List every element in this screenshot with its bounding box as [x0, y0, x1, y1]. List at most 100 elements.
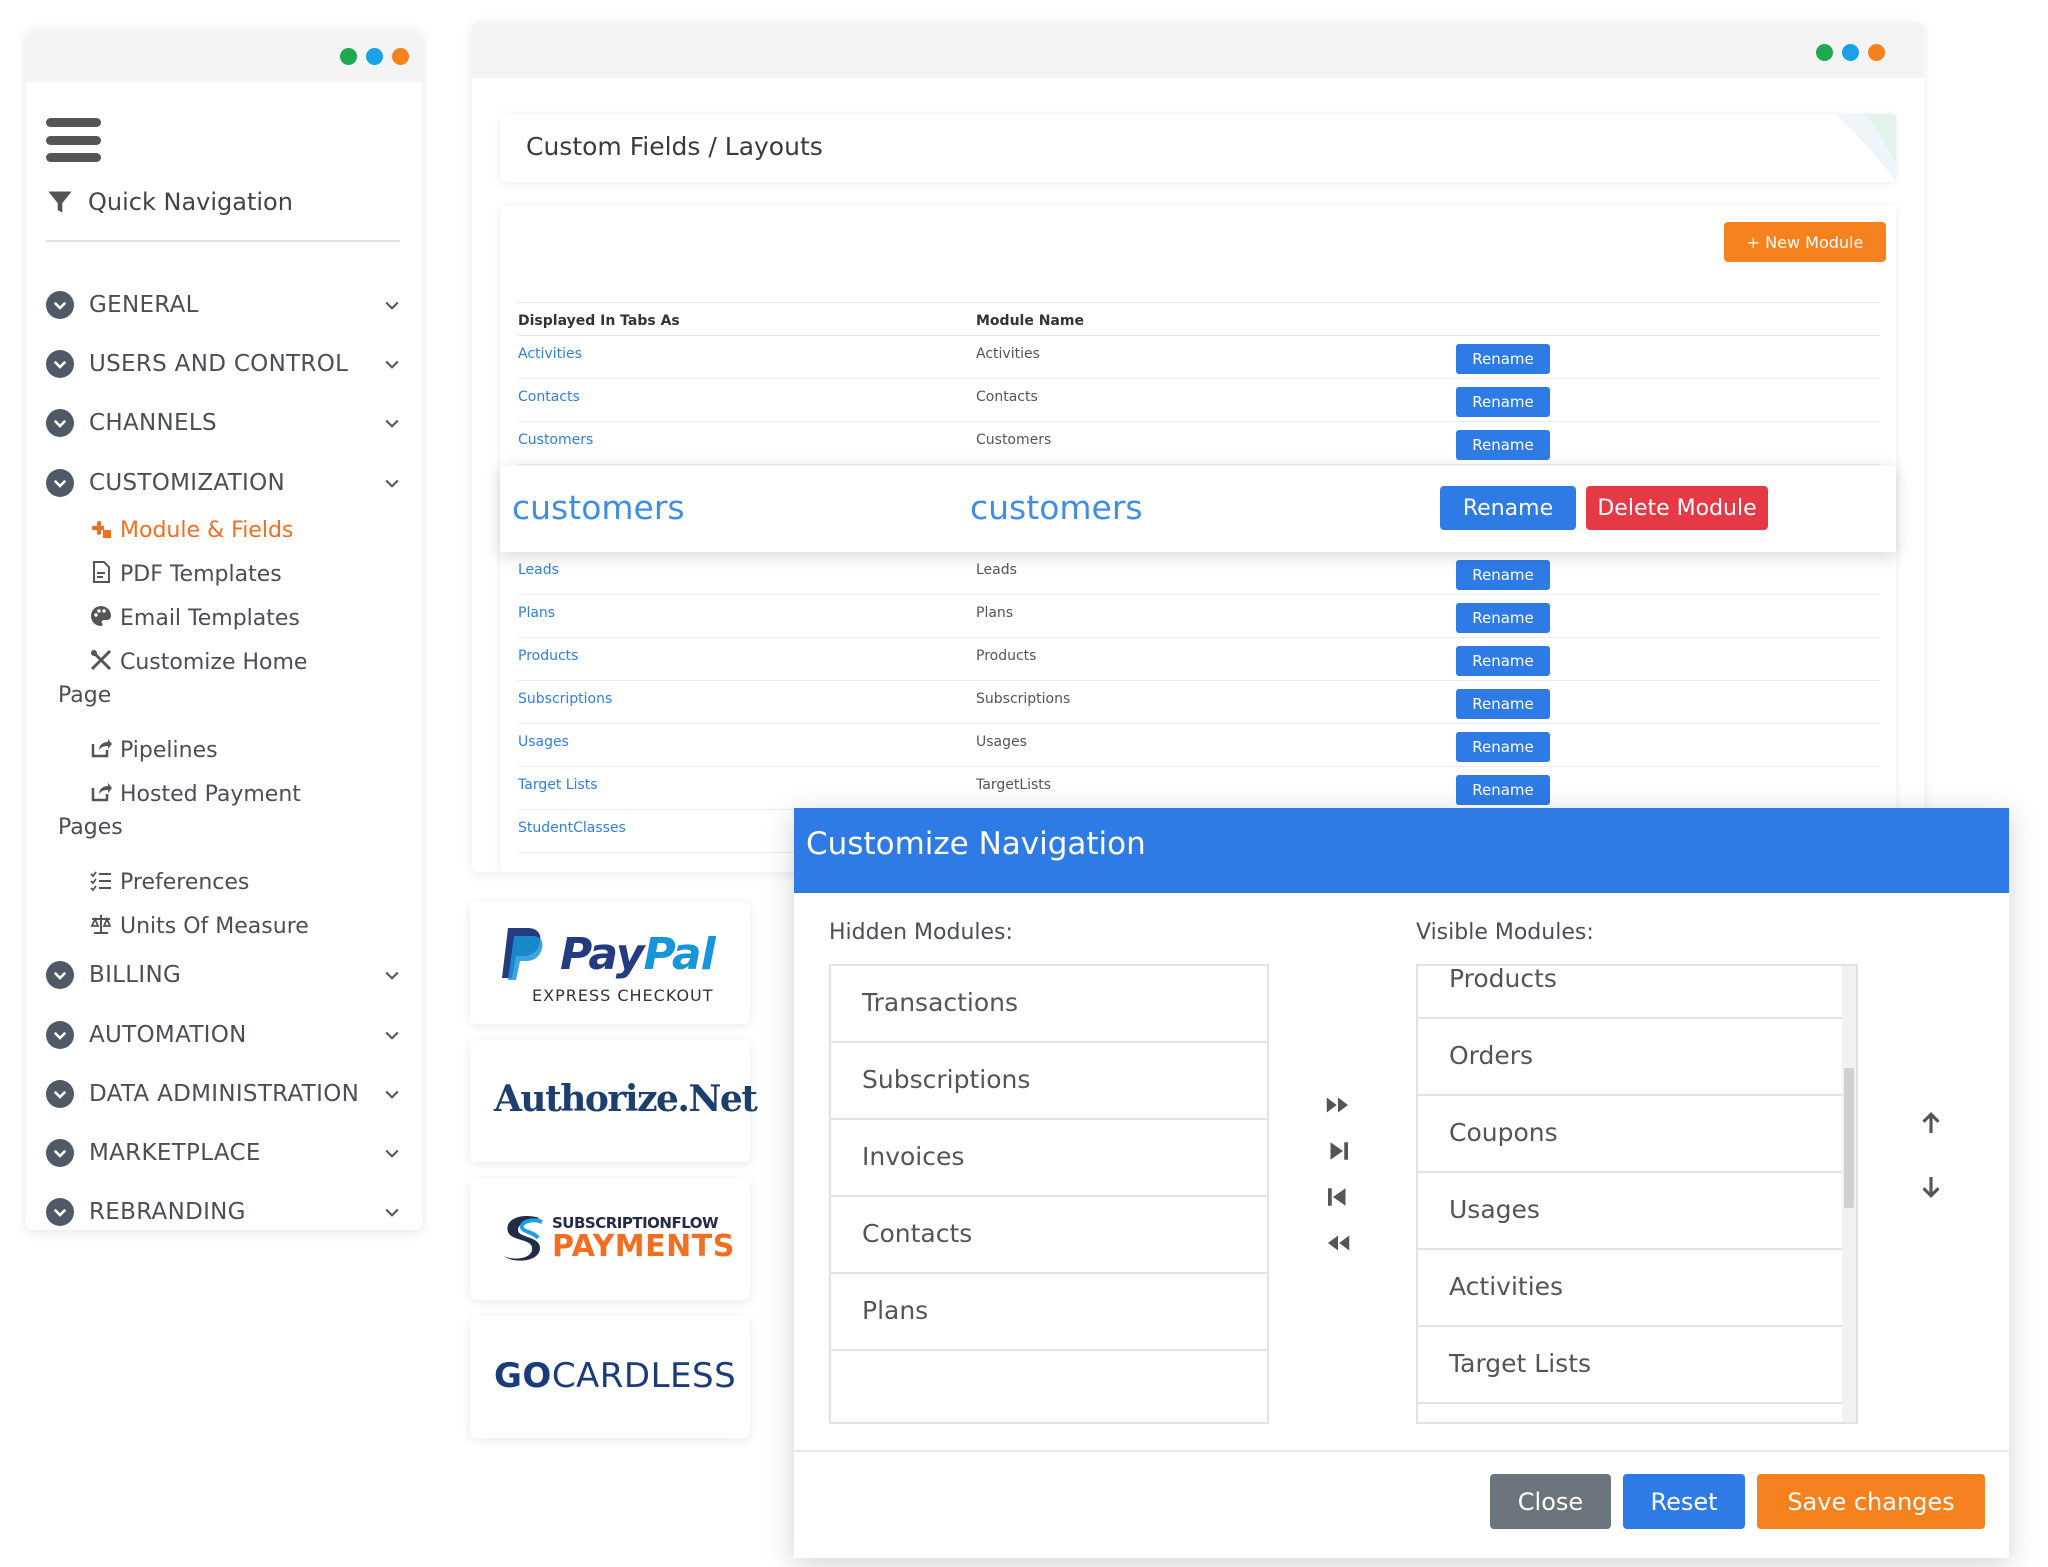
move-down-button[interactable]: [1916, 1172, 1946, 1202]
displayed-link[interactable]: Plans: [518, 605, 555, 621]
rename-button[interactable]: Rename: [1456, 560, 1550, 590]
list-item[interactable]: Transactions: [831, 966, 1267, 1043]
check-circle-icon: [46, 409, 74, 437]
sidebar-section-channels[interactable]: CHANNELS: [46, 403, 402, 443]
sidebar-section-automation[interactable]: AUTOMATION: [46, 1015, 402, 1055]
subscriptionflow-payments-logo-card: SUBSCRIPTIONFLOW PAYMENTS: [470, 1178, 750, 1300]
visible-modules-list[interactable]: Products Orders Coupons Usages Activitie…: [1416, 964, 1858, 1424]
list-item[interactable]: Products: [1418, 966, 1856, 1019]
modal-header: Customize Navigation: [794, 808, 2009, 893]
reset-button[interactable]: Reset: [1623, 1474, 1745, 1529]
sidebar-item-hosted-payment-pages[interactable]: Hosted Payment Pages: [58, 778, 408, 844]
list-item[interactable]: Target Lists: [1418, 1327, 1856, 1404]
sidebar-item-preferences[interactable]: Preferences: [88, 866, 408, 899]
tools-icon: [90, 649, 112, 671]
table-row: Plans Plans Rename: [518, 595, 1880, 638]
sidebar-section-users-and-control[interactable]: USERS AND CONTROL: [46, 344, 402, 384]
rename-button[interactable]: Rename: [1440, 486, 1576, 530]
save-changes-button[interactable]: Save changes: [1757, 1474, 1985, 1529]
window-dots: [1816, 44, 1885, 61]
quick-navigation[interactable]: Quick Navigation: [46, 188, 293, 216]
table-row: Target Lists TargetLists Rename: [518, 767, 1880, 810]
displayed-link[interactable]: Activities: [518, 346, 582, 362]
sidebar-item-units-of-measure[interactable]: Units Of Measure: [88, 910, 408, 943]
puzzle-icon: [92, 521, 111, 538]
sidebar-item-email-templates[interactable]: Email Templates: [88, 602, 408, 635]
chevron-down-icon: [385, 301, 399, 310]
sidebar-item-pipelines[interactable]: Pipelines: [88, 734, 408, 767]
displayed-link[interactable]: Subscriptions: [518, 691, 612, 707]
move-all-right-button[interactable]: [1323, 1090, 1353, 1120]
sidebar-item-label: Hosted Payment: [120, 782, 301, 807]
list-item[interactable]: Invoices: [831, 1120, 1267, 1197]
rename-button[interactable]: Rename: [1456, 689, 1550, 719]
sidebar-item-customize-home-page[interactable]: Customize Home Page: [58, 646, 408, 712]
move-all-left-button[interactable]: [1323, 1228, 1353, 1258]
sidebar-section-data-administration[interactable]: DATA ADMINISTRATION: [46, 1074, 402, 1114]
list-item[interactable]: Activities: [1418, 1250, 1856, 1327]
sidebar-item-label: Email Templates: [120, 606, 300, 631]
delete-module-button[interactable]: Delete Module: [1586, 486, 1768, 530]
gocardless-logo: GOCARDLESS: [494, 1356, 736, 1396]
module-name: Usages: [976, 734, 1027, 750]
check-circle-icon: [46, 291, 74, 319]
blue-dot-icon: [366, 48, 383, 65]
rename-button[interactable]: Rename: [1456, 430, 1550, 460]
list-item[interactable]: Plans: [831, 1274, 1267, 1351]
hamburger-menu-icon[interactable]: [46, 118, 101, 162]
paypal-word-pay: Pay: [560, 928, 644, 980]
gocardless-cardless: CARDLESS: [551, 1356, 737, 1396]
header-decoration: [1836, 114, 1896, 182]
rename-button[interactable]: Rename: [1456, 646, 1550, 676]
displayed-link[interactable]: StudentClasses: [518, 820, 626, 836]
check-circle-icon: [46, 1139, 74, 1167]
displayed-link[interactable]: Products: [518, 648, 578, 664]
sidebar-section-billing[interactable]: BILLING: [46, 955, 402, 995]
sidebar-section-rebranding[interactable]: REBRANDING: [46, 1192, 402, 1230]
modal-footer-divider: [794, 1450, 2009, 1452]
rename-button[interactable]: Rename: [1456, 387, 1550, 417]
list-item[interactable]: Coupons: [1418, 1096, 1856, 1173]
list-item[interactable]: Subscriptions: [831, 1043, 1267, 1120]
displayed-link[interactable]: Customers: [518, 432, 593, 448]
displayed-link[interactable]: Contacts: [518, 389, 580, 405]
module-name: Leads: [976, 562, 1017, 578]
move-left-button[interactable]: [1323, 1182, 1353, 1212]
step-forward-icon: [1330, 1142, 1348, 1160]
rename-button[interactable]: Rename: [1456, 732, 1550, 762]
column-header-displayed: Displayed In Tabs As: [518, 313, 680, 329]
list-item[interactable]: Contacts: [831, 1197, 1267, 1274]
displayed-link[interactable]: Leads: [518, 562, 559, 578]
move-right-button[interactable]: [1323, 1136, 1353, 1166]
section-label: BILLING: [89, 962, 182, 988]
displayed-link[interactable]: customers: [512, 488, 685, 527]
sidebar-section-general[interactable]: GENERAL: [46, 285, 402, 325]
main-panel: Custom Fields / Layouts + New Module Dis…: [472, 22, 1924, 872]
hidden-modules-list[interactable]: Transactions Subscriptions Invoices Cont…: [829, 964, 1269, 1424]
sidebar-item-module-fields[interactable]: Module & Fields: [88, 514, 408, 547]
hidden-modules-label: Hidden Modules:: [829, 920, 1013, 945]
close-button[interactable]: Close: [1490, 1474, 1611, 1529]
modal-title: Customize Navigation: [806, 826, 1146, 862]
table-row: Activities Activities Rename: [518, 336, 1880, 379]
section-label: DATA ADMINISTRATION: [89, 1081, 360, 1107]
rename-button[interactable]: Rename: [1456, 603, 1550, 633]
paypal-subtitle: EXPRESS CHECKOUT: [532, 986, 714, 1005]
sidebar-section-customization[interactable]: CUSTOMIZATION: [46, 463, 402, 503]
displayed-link[interactable]: Target Lists: [518, 777, 598, 793]
sidebar-item-pdf-templates[interactable]: PDF Templates: [88, 558, 408, 591]
sidebar-section-marketplace[interactable]: MARKETPLACE: [46, 1133, 402, 1173]
module-name: Activities: [976, 346, 1040, 362]
list-item[interactable]: Usages: [1418, 1173, 1856, 1250]
new-module-button[interactable]: + New Module: [1724, 222, 1886, 262]
list-scrollbar[interactable]: [1842, 966, 1856, 1422]
scrollbar-thumb[interactable]: [1844, 1068, 1854, 1208]
orange-dot-icon: [1868, 44, 1885, 61]
module-name: Plans: [976, 605, 1014, 621]
move-up-button[interactable]: [1916, 1108, 1946, 1138]
rename-button[interactable]: Rename: [1456, 344, 1550, 374]
displayed-link[interactable]: Usages: [518, 734, 569, 750]
list-item[interactable]: Orders: [1418, 1019, 1856, 1096]
rename-button[interactable]: Rename: [1456, 775, 1550, 805]
subscriptionflow-payments-logo: SUBSCRIPTIONFLOW PAYMENTS: [500, 1212, 735, 1264]
